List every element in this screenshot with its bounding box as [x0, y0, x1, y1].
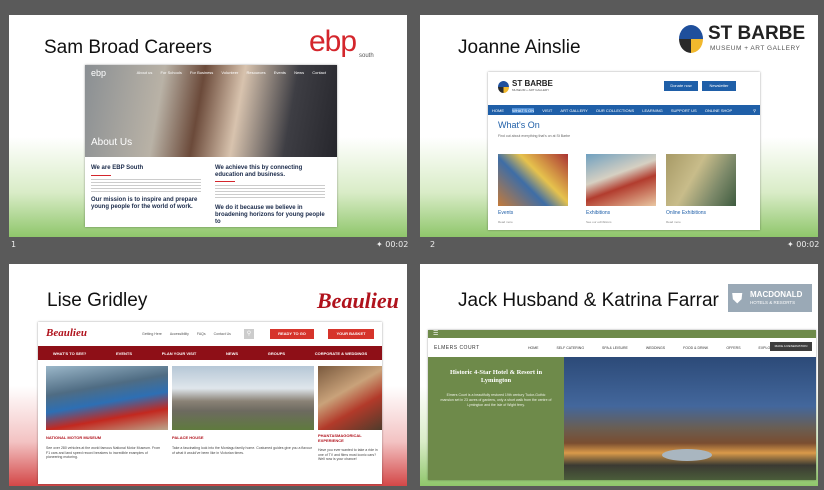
donate-button[interactable]: Donate now: [664, 81, 698, 91]
col2-heading: We achieve this by connecting education …: [215, 165, 303, 178]
slide-title: Joanne Ainslie: [458, 37, 581, 58]
newsletter-button[interactable]: Newsletter: [702, 81, 736, 91]
site-nav: About us For Schools For Business Volunt…: [136, 70, 326, 75]
site-brand: ST BARBE: [512, 79, 553, 88]
shield-icon: ⛊: [732, 290, 743, 306]
slide-timing: ✦ 00:02: [787, 240, 820, 249]
hero-green-panel: Historic 4-Star Hotel & Resort in Lyming…: [428, 357, 564, 480]
hero-image: ebp About us For Schools For Business Vo…: [85, 65, 337, 157]
slide-title: Jack Husband & Katrina Farrar: [458, 290, 719, 311]
reservation-button[interactable]: MAKE A RESERVATION: [770, 342, 812, 351]
ebp-website-screenshot: ebp About us For Schools For Business Vo…: [85, 65, 337, 227]
card-motor-museum-image: [46, 366, 168, 430]
site-brand: ELMERS COURT: [434, 345, 480, 351]
hero-text: About Us: [91, 137, 133, 148]
top-bar: [428, 330, 816, 338]
site-brand: ebp: [91, 68, 107, 78]
body-lines: [91, 179, 201, 193]
st-barbe-website-screenshot: ST BARBE MUSEUM + ART GALLERY Donate now…: [488, 72, 760, 230]
st-barbe-emblem-icon: [679, 25, 703, 53]
card-events-title[interactable]: Events: [498, 210, 513, 216]
card-exhibitions-image: [586, 154, 656, 206]
card-phantasmagorical-image: [318, 366, 382, 430]
hero-heading: Historic 4-Star Hotel & Resort in Lyming…: [449, 369, 543, 384]
slide-number: 2: [430, 240, 436, 249]
col1-heading-2: Our mission is to inspire and prepare yo…: [91, 197, 198, 210]
beaulieu-website-screenshot: Beaulieu Getting Here Accessibility FAQs…: [38, 322, 382, 484]
card-motor-museum-title[interactable]: NATIONAL MOTOR MUSEUM: [46, 435, 101, 440]
card-online-title[interactable]: Online Exhibitions: [666, 210, 706, 216]
basket-button[interactable]: YOUR BASKET: [328, 329, 374, 339]
slide-4[interactable]: Jack Husband & Katrina Farrar ⛊ MACDONAL…: [420, 264, 818, 486]
hero-text: Elmers Court is a beautifully restored 1…: [440, 393, 552, 407]
card-exhibitions-title[interactable]: Exhibitions: [586, 210, 610, 216]
site-nav: HOME WHAT'S ON VISIT ART GALLERY OUR COL…: [488, 105, 760, 115]
macdonald-logo: ⛊ MACDONALD HOTELS & RESORTS: [728, 284, 812, 312]
card-palace-house-image: [172, 366, 314, 430]
slide-title: Sam Broad Careers: [44, 37, 212, 58]
card-palace-house-title[interactable]: PALACE HOUSE: [172, 435, 203, 440]
card-events-image: [498, 154, 568, 206]
slide-number: 1: [11, 240, 17, 249]
fountain-icon: [662, 449, 712, 461]
card-phantasmagorical-title[interactable]: PHANTASMAGORICAL EXPERIENCE: [318, 433, 378, 443]
ready-to-go-button[interactable]: READY TO GO: [270, 329, 314, 339]
top-links: Getting Here Accessibility FAQs Contact …: [142, 332, 231, 336]
search-icon[interactable]: ⚲: [244, 329, 254, 339]
menu-icon[interactable]: ☰: [433, 330, 438, 337]
card-online-image: [666, 154, 736, 206]
slide-timing: ✦ 00:02: [376, 240, 409, 249]
site-nav: WHAT'S TO SEE? EVENTS PLAN YOUR VISIT NE…: [38, 346, 382, 360]
elmers-court-website-screenshot: ☰ ELMERS COURT HOME SELF CATERING SPA & …: [428, 330, 816, 480]
site-nav: HOME SELF CATERING SPA & LEISURE WEDDING…: [528, 346, 776, 350]
beaulieu-logo: Beaulieu: [317, 288, 399, 313]
col2-heading-2: We do it because we believe in broadenin…: [215, 205, 325, 225]
page-heading: What's On: [498, 120, 540, 130]
site-brand: Beaulieu: [46, 327, 87, 339]
hotel-image: [564, 357, 816, 480]
slide-1[interactable]: Sam Broad Careers ebp south ebp About us…: [9, 15, 407, 237]
slide-3[interactable]: Lise Gridley Beaulieu Beaulieu Getting H…: [9, 264, 407, 486]
slide-2[interactable]: Joanne Ainslie ST BARBE MUSEUM + ART GAL…: [420, 15, 818, 237]
st-barbe-logo: ST BARBE MUSEUM + ART GALLERY: [676, 21, 813, 57]
search-icon[interactable]: ⚲: [753, 108, 756, 113]
slide-title: Lise Gridley: [47, 290, 148, 311]
page-intro: Find out about everything that's on at S…: [498, 134, 571, 138]
site-brand-emblem-icon: [498, 81, 509, 93]
col1-heading: We are EBP South: [91, 165, 144, 171]
ebp-logo: ebp south: [309, 25, 374, 59]
